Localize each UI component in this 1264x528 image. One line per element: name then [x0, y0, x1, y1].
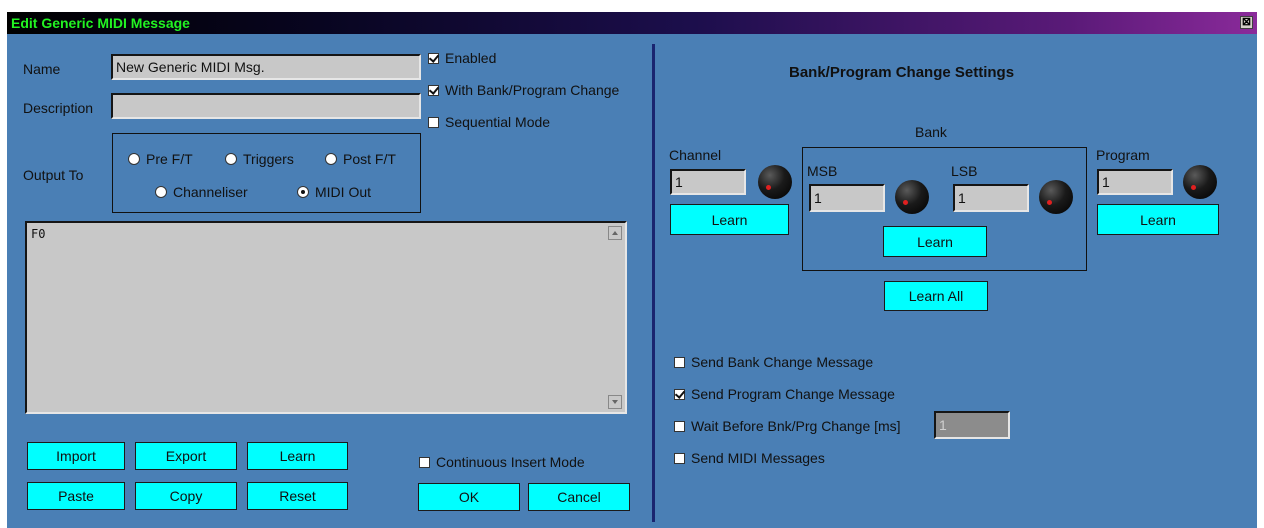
send-program-check-icon[interactable]: [674, 388, 685, 400]
knob-indicator-icon: [1191, 185, 1196, 190]
lsb-knob[interactable]: [1039, 180, 1073, 214]
learn-all-button[interactable]: Learn All: [884, 281, 988, 311]
radio-triggers-label: Triggers: [243, 151, 294, 167]
lsb-input[interactable]: [953, 184, 1029, 212]
continuous-insert-checkbox[interactable]: Continuous Insert Mode: [419, 454, 585, 470]
knob-indicator-icon: [766, 185, 771, 190]
bank-program-checkbox[interactable]: With Bank/Program Change: [428, 82, 619, 98]
continuous-check-icon[interactable]: [419, 456, 430, 468]
lsb-label: LSB: [951, 163, 978, 179]
radio-channeliser[interactable]: Channeliser: [155, 184, 248, 200]
name-input[interactable]: [111, 54, 421, 80]
bank-learn-button[interactable]: Learn: [883, 226, 987, 257]
learn-button[interactable]: Learn: [247, 442, 348, 470]
send-bank-change-label: Send Bank Change Message: [691, 354, 874, 370]
send-midi-messages-label: Send MIDI Messages: [691, 450, 825, 466]
ok-button[interactable]: OK: [418, 483, 520, 511]
send-midi-check-icon[interactable]: [674, 452, 685, 464]
radio-selected-icon[interactable]: [297, 186, 309, 198]
bank-program-label: With Bank/Program Change: [445, 82, 620, 98]
midi-message-text[interactable]: F0: [31, 227, 45, 241]
send-bank-change-checkbox[interactable]: Send Bank Change Message: [674, 354, 873, 370]
cancel-button[interactable]: Cancel: [528, 483, 630, 511]
radio-midi-out-label: MIDI Out: [315, 184, 372, 200]
program-label: Program: [1096, 147, 1150, 163]
radio-post-ft-label: Post F/T: [343, 151, 396, 167]
enabled-check-icon[interactable]: [428, 52, 439, 64]
send-program-change-checkbox[interactable]: Send Program Change Message: [674, 386, 895, 402]
radio-pre-ft-label: Pre F/T: [146, 151, 193, 167]
description-label: Description: [23, 100, 94, 116]
knob-indicator-icon: [903, 200, 908, 205]
wait-before-change-checkbox[interactable]: Wait Before Bnk/Prg Change [ms]: [674, 418, 901, 434]
send-program-change-label: Send Program Change Message: [691, 386, 895, 402]
wait-before-change-label: Wait Before Bnk/Prg Change [ms]: [691, 418, 901, 434]
close-icon[interactable]: ⊠: [1242, 16, 1251, 28]
radio-triggers[interactable]: Triggers: [225, 151, 294, 167]
radio-icon[interactable]: [325, 153, 337, 165]
msb-input[interactable]: [809, 184, 885, 212]
channel-input[interactable]: [670, 169, 746, 195]
sequential-label: Sequential Mode: [445, 114, 551, 130]
channel-label: Channel: [669, 147, 722, 163]
radio-midi-out[interactable]: MIDI Out: [297, 184, 371, 200]
scroll-up-icon[interactable]: [608, 226, 622, 240]
paste-button[interactable]: Paste: [27, 482, 125, 510]
output-to-group: Pre F/T Triggers Post F/T Channeliser MI…: [112, 133, 421, 213]
title-bar[interactable]: Edit Generic MIDI Message ⊠: [7, 12, 1257, 34]
dialog-window: Edit Generic MIDI Message ⊠ Name Descrip…: [0, 0, 1264, 528]
program-knob[interactable]: [1183, 165, 1217, 199]
dialog-body: Name Description Enabled With Bank/Progr…: [7, 34, 1257, 528]
enabled-label: Enabled: [445, 50, 497, 66]
midi-message-editor[interactable]: F0: [25, 221, 627, 414]
import-button[interactable]: Import: [27, 442, 125, 470]
sequential-check-icon[interactable]: [428, 116, 439, 128]
bank-program-heading: Bank/Program Change Settings: [789, 64, 1015, 81]
continuous-insert-label: Continuous Insert Mode: [436, 454, 585, 470]
panel-divider: [652, 44, 655, 522]
description-input[interactable]: [111, 93, 421, 119]
radio-post-ft[interactable]: Post F/T: [325, 151, 396, 167]
export-button[interactable]: Export: [135, 442, 237, 470]
msb-knob[interactable]: [895, 180, 929, 214]
radio-icon[interactable]: [155, 186, 167, 198]
bank-program-check-icon[interactable]: [428, 84, 439, 96]
enabled-checkbox[interactable]: Enabled: [428, 50, 496, 66]
output-to-label: Output To: [23, 167, 84, 183]
send-bank-check-icon[interactable]: [674, 356, 685, 368]
sequential-mode-checkbox[interactable]: Sequential Mode: [428, 114, 550, 130]
name-label: Name: [23, 61, 61, 77]
msb-label: MSB: [807, 163, 838, 179]
copy-button[interactable]: Copy: [135, 482, 237, 510]
program-learn-button[interactable]: Learn: [1097, 204, 1219, 235]
wait-ms-input[interactable]: [934, 411, 1010, 439]
close-button[interactable]: ⊠: [1240, 16, 1253, 29]
radio-icon[interactable]: [128, 153, 140, 165]
radio-channeliser-label: Channeliser: [173, 184, 248, 200]
reset-button[interactable]: Reset: [247, 482, 348, 510]
scroll-down-icon[interactable]: [608, 395, 622, 409]
radio-icon[interactable]: [225, 153, 237, 165]
wait-check-icon[interactable]: [674, 420, 685, 432]
knob-indicator-icon: [1047, 200, 1052, 205]
program-input[interactable]: [1097, 169, 1173, 195]
channel-learn-button[interactable]: Learn: [670, 204, 789, 235]
radio-pre-ft[interactable]: Pre F/T: [128, 151, 193, 167]
window-title: Edit Generic MIDI Message: [11, 15, 190, 31]
bank-label: Bank: [915, 124, 947, 140]
channel-knob[interactable]: [758, 165, 792, 199]
send-midi-messages-checkbox[interactable]: Send MIDI Messages: [674, 450, 825, 466]
